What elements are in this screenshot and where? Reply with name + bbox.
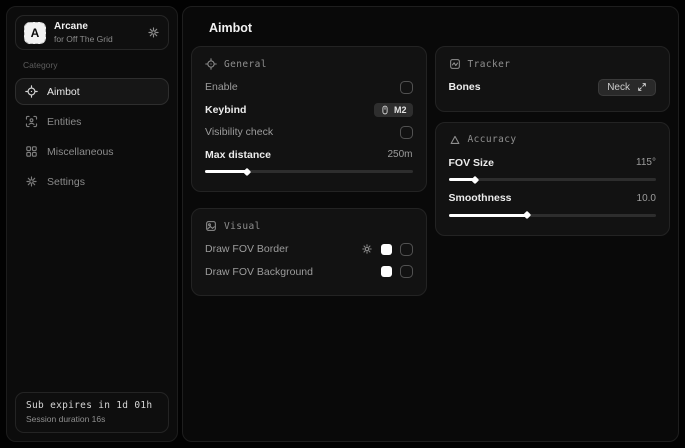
app-window: A Arcane for Off The Grid Category Aimbo…: [0, 0, 685, 448]
triangle-icon: [449, 134, 461, 146]
sidebar-item-label: Aimbot: [47, 86, 80, 98]
fov-size-slider[interactable]: [449, 175, 657, 184]
fov-border-checkbox[interactable]: [400, 243, 413, 256]
sidebar: A Arcane for Off The Grid Category Aimbo…: [6, 6, 178, 442]
max-distance-label: Max distance: [205, 149, 271, 161]
bones-label: Bones: [449, 81, 481, 93]
crosshair-icon: [205, 58, 217, 70]
bones-row: Bones Neck: [449, 76, 657, 99]
slider-thumb[interactable]: [242, 167, 250, 175]
slider-track: [205, 170, 413, 173]
tracker-card-header: Tracker: [449, 58, 657, 70]
enable-label: Enable: [205, 81, 238, 93]
fov-size-value: 115°: [636, 157, 656, 168]
app-logo: A: [24, 22, 46, 44]
tracker-card: Tracker Bones Neck: [435, 46, 671, 112]
slider-fill: [449, 214, 528, 217]
sidebar-item-label: Miscellaneous: [47, 146, 114, 158]
slider-track: [449, 178, 657, 181]
smoothness-value: 10.0: [637, 193, 656, 204]
left-column: General Enable Keybind M2: [191, 46, 427, 296]
enable-row: Enable: [205, 76, 413, 99]
slider-thumb[interactable]: [523, 211, 531, 219]
slider-thumb[interactable]: [471, 175, 479, 183]
keybind-value: M2: [394, 105, 407, 115]
bones-select-button[interactable]: Neck: [598, 79, 656, 96]
enable-checkbox[interactable]: [400, 81, 413, 94]
general-card: General Enable Keybind M2: [191, 46, 427, 192]
page-title: Aimbot: [191, 7, 670, 46]
crosshair-icon: [25, 85, 38, 98]
smoothness-label: Smoothness: [449, 192, 512, 204]
visibility-check-checkbox[interactable]: [400, 126, 413, 139]
fov-size-label: FOV Size: [449, 157, 495, 169]
sidebar-item-miscellaneous[interactable]: Miscellaneous: [15, 138, 169, 165]
gear-icon[interactable]: [147, 26, 160, 39]
app-name: Arcane: [54, 21, 139, 33]
activity-icon: [449, 58, 461, 70]
fov-border-color-swatch[interactable]: [381, 244, 392, 255]
fov-border-label: Draw FOV Border: [205, 243, 288, 255]
general-card-title: General: [224, 59, 267, 70]
app-subtitle: for Off The Grid: [54, 34, 139, 44]
fov-background-color-swatch[interactable]: [381, 266, 392, 277]
fov-size-section: FOV Size 115°: [449, 152, 657, 185]
sub-expires-text: Sub expires in 1d 01h: [26, 400, 158, 411]
visual-card-title: Visual: [224, 221, 261, 232]
keybind-row: Keybind M2: [205, 99, 413, 122]
sidebar-item-aimbot[interactable]: Aimbot: [15, 78, 169, 105]
fov-border-controls: [361, 243, 413, 256]
image-icon: [205, 220, 217, 232]
visibility-check-row: Visibility check: [205, 121, 413, 144]
subscription-info-card: Sub expires in 1d 01h Session duration 1…: [15, 392, 169, 433]
sidebar-item-entities[interactable]: Entities: [15, 108, 169, 135]
gear-icon: [25, 175, 38, 188]
mouse-icon: [380, 105, 390, 115]
fov-border-row: Draw FOV Border: [205, 238, 413, 261]
keybind-button[interactable]: M2: [374, 103, 413, 117]
main-panel: Aimbot General Enable: [182, 6, 679, 442]
slider-fill: [449, 178, 476, 181]
accuracy-card-header: Accuracy: [449, 134, 657, 146]
max-distance-slider[interactable]: [205, 167, 413, 176]
keybind-label: Keybind: [205, 104, 246, 116]
app-title-block: Arcane for Off The Grid: [54, 21, 139, 44]
fov-background-row: Draw FOV Background: [205, 261, 413, 284]
grid-icon: [25, 145, 38, 158]
visual-card: Visual Draw FOV Border Draw: [191, 208, 427, 296]
category-label: Category: [23, 60, 161, 70]
max-distance-row: Max distance 250m: [205, 144, 413, 167]
bones-selected-value: Neck: [607, 82, 630, 93]
gear-icon[interactable]: [361, 243, 373, 255]
accuracy-card: Accuracy FOV Size 115°: [435, 122, 671, 236]
smoothness-slider[interactable]: [449, 211, 657, 220]
visual-card-header: Visual: [205, 220, 413, 232]
sidebar-item-settings[interactable]: Settings: [15, 168, 169, 195]
general-card-header: General: [205, 58, 413, 70]
session-duration-text: Session duration 16s: [26, 414, 158, 424]
sidebar-item-label: Settings: [47, 176, 85, 188]
fov-background-controls: [381, 265, 413, 278]
visibility-check-label: Visibility check: [205, 126, 273, 138]
smoothness-row: Smoothness 10.0: [449, 187, 657, 210]
sidebar-item-label: Entities: [47, 116, 81, 128]
person-scan-icon: [25, 115, 38, 128]
slider-track: [449, 214, 657, 217]
expand-icon: [637, 82, 647, 92]
max-distance-value: 250m: [387, 149, 412, 160]
accuracy-card-title: Accuracy: [468, 134, 517, 145]
fov-background-checkbox[interactable]: [400, 265, 413, 278]
fov-size-row: FOV Size 115°: [449, 152, 657, 175]
fov-background-label: Draw FOV Background: [205, 266, 313, 278]
right-column: Tracker Bones Neck: [435, 46, 671, 236]
tracker-card-title: Tracker: [468, 59, 511, 70]
slider-fill: [205, 170, 247, 173]
cards-container: General Enable Keybind M2: [191, 46, 670, 296]
sidebar-nav: Aimbot Entities Miscellaneous Settings: [15, 78, 169, 195]
smoothness-section: Smoothness 10.0: [449, 187, 657, 220]
app-header-card: A Arcane for Off The Grid: [15, 15, 169, 50]
